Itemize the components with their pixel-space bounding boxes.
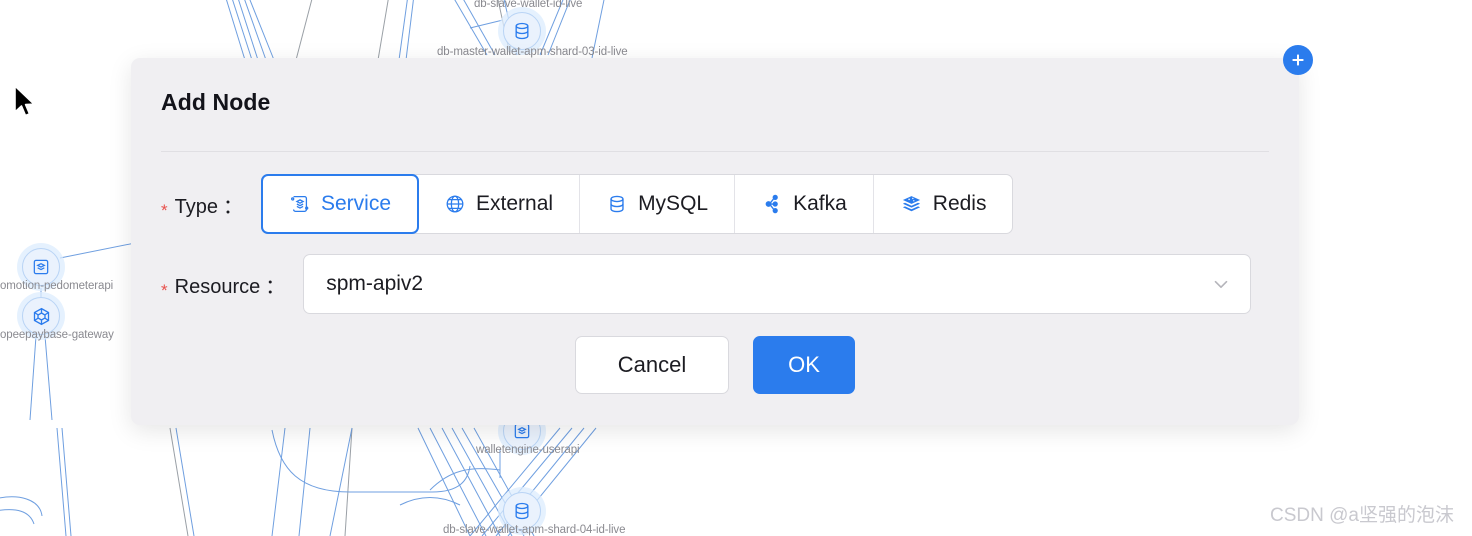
plus-icon: [1292, 54, 1304, 66]
globe-icon: [444, 193, 466, 215]
service-icon: [289, 193, 311, 215]
redis-icon: [900, 193, 923, 216]
resource-label-text: Resource: [174, 275, 261, 298]
type-option-label: MySQL: [638, 192, 709, 215]
database-icon: [515, 502, 529, 520]
type-field-label: * Type ：: [161, 190, 243, 220]
required-asterisk: *: [161, 280, 168, 300]
type-label-text: Type: [174, 195, 218, 218]
add-node-dialog: Add Node * Type ： Service External MySQL…: [131, 58, 1299, 425]
type-option-redis[interactable]: Redis: [873, 175, 1013, 233]
csdn-watermark: CSDN @a坚强的泡沫: [1270, 505, 1454, 526]
graph-node-label: db-master-wallet-apm-shard-03-id-live: [437, 46, 628, 58]
app-root: db-slave-wallet-id-live db-master-wallet…: [0, 0, 1472, 536]
type-segmented-control: Service External MySQL Kafka Redis: [260, 174, 1014, 234]
cube-icon: [33, 307, 49, 325]
type-option-external[interactable]: External: [418, 175, 581, 233]
database-icon: [515, 22, 529, 40]
type-form-row: * Type ： Service External MySQL Kafka Re…: [161, 174, 1014, 234]
dialog-footer: Cancel OK: [131, 336, 1299, 394]
type-label-colon: ：: [222, 195, 243, 218]
resource-label-colon: ：: [265, 275, 286, 298]
dialog-title: Add Node: [161, 89, 271, 115]
resource-form-row: * Resource ： spm-apiv2: [161, 254, 1252, 314]
graph-node-label: opeepaybase-gateway: [0, 329, 114, 341]
type-option-service[interactable]: Service: [260, 174, 420, 234]
type-option-mysql[interactable]: MySQL: [580, 175, 736, 233]
resource-select[interactable]: spm-apiv2: [303, 254, 1252, 314]
resource-field-label: * Resource ：: [161, 270, 286, 300]
add-node-fab-button[interactable]: [1283, 45, 1313, 75]
kafka-icon: [761, 193, 783, 215]
cancel-button[interactable]: Cancel: [575, 336, 729, 394]
database-icon: [606, 193, 628, 215]
resource-selected-value: spm-apiv2: [326, 272, 424, 295]
dialog-divider: [161, 151, 1269, 152]
graph-node-label: omotion-pedometerapi: [0, 280, 114, 292]
ok-button[interactable]: OK: [753, 336, 855, 394]
type-option-label: Redis: [932, 192, 987, 215]
chevron-down-icon[interactable]: [1210, 273, 1232, 295]
graph-node-label: db-slave-wallet-apm-shard-04-id-live: [443, 524, 626, 536]
graph-node-label: walletengine-userapi: [476, 444, 580, 456]
graph-node[interactable]: [503, 12, 541, 50]
type-option-label: External: [476, 192, 554, 215]
service-icon: [33, 259, 49, 275]
type-option-label: Kafka: [793, 192, 847, 215]
type-option-kafka[interactable]: Kafka: [735, 175, 874, 233]
required-asterisk: *: [161, 200, 168, 220]
type-option-label: Service: [320, 192, 392, 215]
graph-node-label: db-slave-wallet-id-live: [474, 0, 583, 10]
